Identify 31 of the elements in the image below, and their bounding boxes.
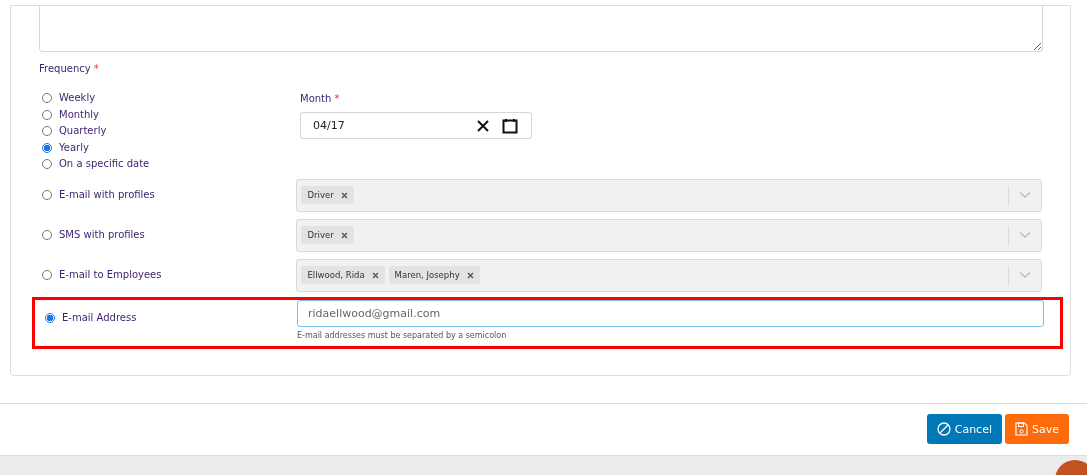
remove-icon[interactable] (371, 271, 379, 279)
radio-option[interactable]: E-mail Address (42, 310, 297, 325)
calendar-icon[interactable] (502, 117, 518, 134)
tag: Driver (301, 186, 354, 204)
email-field[interactable]: ridaellwood@gmail.com (297, 299, 1044, 327)
tag: Maren, Josephy (388, 266, 480, 284)
multi-select[interactable]: Driver (296, 218, 1042, 252)
multi-select[interactable]: Driver (296, 178, 1042, 212)
radio-option[interactable]: SMS with profiles (39, 227, 297, 243)
clear-icon[interactable] (476, 118, 490, 133)
radio-option[interactable]: Monthly (42, 107, 300, 122)
field-label: Month * (300, 93, 341, 104)
radio-option[interactable]: Yearly (42, 140, 300, 155)
radio-icon[interactable] (42, 142, 52, 153)
cancel-icon (936, 422, 951, 436)
field-label: Frequency * (39, 63, 100, 74)
tag: Ellwood, Rida (301, 266, 385, 284)
radio-option[interactable]: E-mail with profiles (39, 187, 297, 203)
remove-icon[interactable] (466, 271, 474, 279)
radio-option[interactable]: Weekly (42, 91, 300, 106)
tag: Driver (301, 226, 354, 244)
remove-icon[interactable] (340, 231, 348, 239)
radio-option[interactable]: On a specific date (42, 157, 300, 172)
cancel-button[interactable]: Cancel (926, 414, 1002, 444)
remove-icon[interactable] (340, 191, 348, 199)
radio-option[interactable]: E-mail to Employees (39, 267, 297, 283)
multi-select[interactable]: Ellwood, Rida Maren, Josephy (296, 258, 1042, 292)
radio-option[interactable]: Quarterly (42, 124, 300, 139)
radio-icon[interactable] (45, 312, 55, 323)
hint-text: E-mail addresses must be separated by a semicolon (297, 330, 508, 340)
date-field[interactable]: 04/17 (300, 112, 532, 139)
